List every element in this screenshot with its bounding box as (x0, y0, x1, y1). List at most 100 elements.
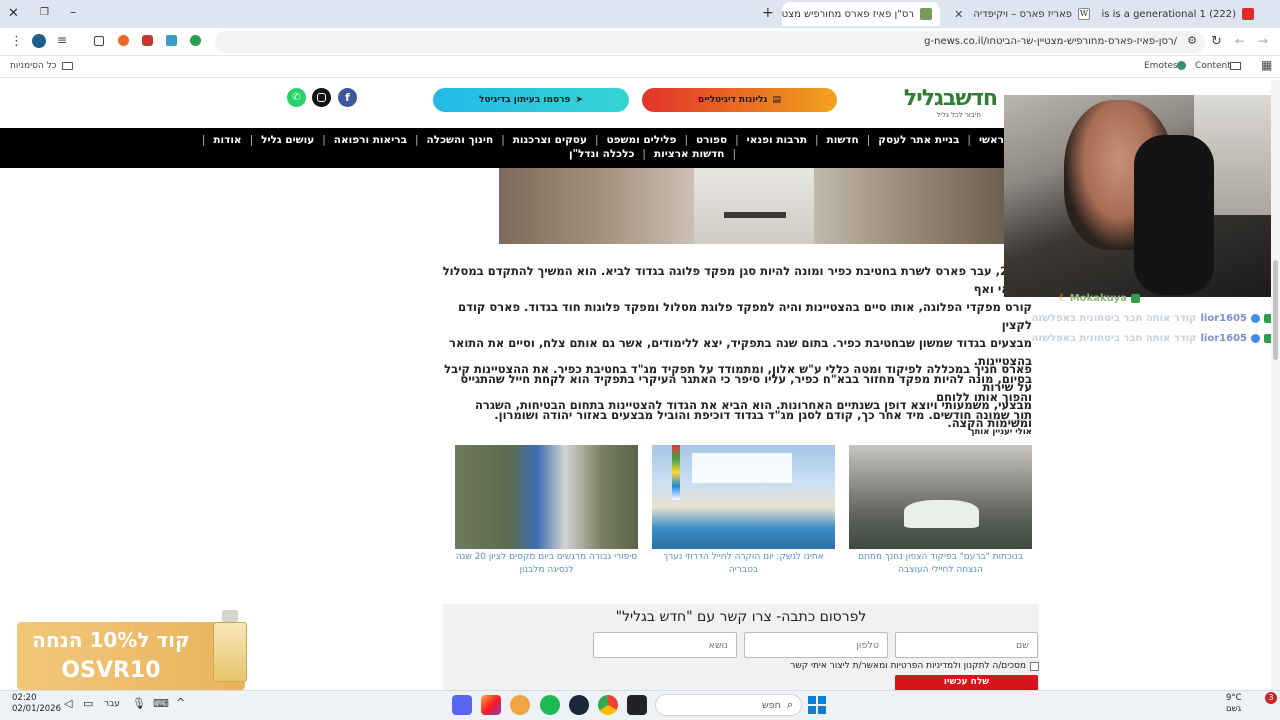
menu-dots-icon[interactable]: ⋮ (10, 35, 23, 48)
nav-item[interactable]: עסקים וצרכנות (513, 134, 587, 146)
back-icon[interactable]: → (1258, 35, 1268, 47)
nav-item[interactable]: ספורט (696, 134, 727, 146)
keyboard-icon[interactable]: ⌨ (153, 698, 169, 709)
nav-separator: | (684, 134, 688, 146)
taskbar-clock[interactable]: 02:20 02/01/2026 (12, 693, 61, 715)
related-card-2[interactable]: אחינו לנשק: יום הוקרה לחייל הדרוזי נערך … (652, 445, 835, 577)
nav-item[interactable]: חינוך והשכלה (427, 134, 494, 146)
phone-field[interactable] (744, 632, 888, 658)
related-card-image[interactable] (455, 445, 638, 549)
nav-item[interactable]: אודות (213, 134, 241, 146)
promo-overlay: קוד ל10% הנחה OSVR10 (17, 608, 247, 690)
submit-button[interactable]: שלח עכשיו (895, 675, 1038, 690)
related-card-image[interactable] (652, 445, 835, 549)
related-card-caption[interactable]: סיפורי גבורה מרגשים ביום מקסים לציון 20 … (455, 551, 638, 577)
bookmarks-bar: כל הסימניות Emotes Content ▦ (0, 56, 1280, 78)
steam-icon[interactable] (569, 695, 589, 715)
restore-window-icon[interactable]: ❐ (40, 8, 49, 18)
related-card-1[interactable]: בנוכחות "ברעם" בפיקוד הצפון נחנך מתחם הנ… (849, 445, 1032, 577)
nav-separator: | (501, 134, 505, 146)
news-favicon-icon (920, 8, 932, 20)
reload-icon[interactable]: ↻ (1211, 35, 1222, 48)
extension-swirl-icon[interactable] (166, 35, 177, 46)
network-icon[interactable]: ▭ (83, 698, 93, 709)
input-language[interactable]: עבר (104, 699, 120, 709)
new-tab-icon[interactable]: + (762, 6, 774, 20)
name-field[interactable] (895, 632, 1038, 658)
discord-icon[interactable] (452, 695, 472, 715)
nav-item[interactable]: עושים גליל (261, 134, 314, 146)
speaker-icon[interactable]: ◁ (64, 698, 72, 709)
minimize-window-icon[interactable]: – (70, 6, 76, 18)
chat-badge-icon (1131, 294, 1140, 303)
related-card-3[interactable]: סיפורי גבורה מרגשים ביום מקסים לציון 20 … (455, 445, 638, 577)
site-logo[interactable]: חדשבגליל חיבור לכל גליל (897, 86, 1001, 120)
nav-item[interactable]: ראשי (979, 134, 1004, 146)
extensions-icon[interactable] (94, 36, 104, 46)
nav-item[interactable]: חדשות ארציות (654, 148, 724, 160)
consent-row: מסכים/ה לתקנון ולמדיניות הפרטיות ומאשר/ת… (760, 661, 1039, 671)
publish-button[interactable]: ➤ פרסמו בעיתון בדיגיטל (433, 88, 629, 112)
tab-article[interactable]: רס"ן פאיז פארס מחורפיש מצטיי ✕ (782, 2, 940, 26)
tab-youtube[interactable]: This is a generational 1 (222) ✕ (1102, 2, 1262, 26)
bookmark-emotes[interactable]: Emotes (1144, 61, 1178, 71)
instagram-icon[interactable] (312, 88, 331, 107)
digital-issues-button[interactable]: ▤ גליונות דיגיטליים (642, 88, 837, 112)
taskbar-search[interactable]: חפש ⌕ (655, 694, 802, 716)
microphone-icon[interactable]: 🎙 (132, 698, 146, 709)
reading-list-icon[interactable]: ≡ (57, 34, 67, 46)
close-tab-icon[interactable]: ✕ (954, 8, 963, 21)
extension-shield-icon[interactable] (142, 35, 153, 46)
nav-item[interactable]: תרבות ופנאי (747, 134, 807, 146)
address-bar[interactable]: g-news.co.il/רסן-פאיז-פארס-מחורפיש-מצטיי… (215, 31, 1205, 53)
tab-label: רס"ן פאיז פארס מחורפיש מצטיי (782, 8, 914, 20)
youtube-favicon-icon (1242, 8, 1254, 20)
nav-item[interactable]: כלכלה ונדל"ן (569, 148, 634, 160)
extension-orange-icon[interactable] (118, 35, 129, 46)
related-card-image[interactable] (849, 445, 1032, 549)
nav-item[interactable]: בריאות ורפואה (334, 134, 407, 146)
nav-separator: | (866, 134, 871, 146)
consent-checkbox[interactable] (1030, 661, 1039, 671)
windows-start-icon[interactable] (808, 696, 826, 714)
terminal-icon[interactable] (627, 695, 647, 715)
bookmark-emotes-icon (1177, 61, 1186, 70)
close-window-icon[interactable]: ✕ (8, 7, 19, 20)
contact-form-title: לפרסום כתבה- צרו קשר עם "חדש בגליל" (615, 609, 867, 625)
nav-item[interactable]: פלילים ומשפט (606, 134, 676, 146)
bookmark-content[interactable]: Content (1195, 61, 1231, 71)
forward-icon[interactable]: ← (1235, 35, 1245, 47)
app-orange-icon[interactable] (510, 695, 530, 715)
all-bookmarks-folder[interactable]: כל הסימניות (10, 61, 73, 71)
weather-text: גשם (1226, 704, 1242, 714)
profile-avatar-icon[interactable] (32, 34, 46, 48)
notification-badge[interactable]: 3 (1265, 692, 1277, 704)
weather-temp: 9°C (1226, 693, 1242, 703)
subject-field[interactable] (593, 632, 737, 658)
grid-icon[interactable]: ▦ (1261, 59, 1272, 71)
chrome-icon[interactable] (598, 695, 618, 715)
site-settings-icon[interactable]: ⚙ (1187, 35, 1197, 46)
instagram-app-icon[interactable] (481, 695, 501, 715)
facebook-icon[interactable]: f (338, 88, 357, 107)
weather-widget[interactable]: 9°C גשם (1226, 693, 1242, 715)
related-card-caption[interactable]: בנוכחות "ברעם" בפיקוד הצפון נחנך מתחם הנ… (849, 551, 1032, 577)
extension-green-icon[interactable] (190, 35, 201, 46)
article-paragraph-2: פארס חניך במכללה לפיקוד ומטה כללי ע"ש אל… (440, 360, 1032, 432)
tab-label: This is a generational 1 (222) (1102, 8, 1236, 20)
page-scrollbar[interactable] (1271, 80, 1280, 690)
whatsapp-icon[interactable]: ✆ (287, 88, 306, 107)
chat-emote-icon: ✌ (1057, 293, 1066, 304)
tab-wikipedia[interactable]: W פאריז פארס – ויקיפדיה ✕ (943, 2, 1098, 26)
nav-item[interactable]: חדשות (827, 134, 859, 146)
scrollbar-thumb[interactable] (1273, 260, 1278, 360)
nav-item[interactable]: בניית אתר לעסק (878, 134, 959, 146)
chat-username: lior1605 (1200, 333, 1248, 344)
promo-line-1: קוד ל10% הנחה (32, 628, 190, 652)
chevron-up-icon[interactable]: ^ (176, 697, 185, 708)
related-card-caption[interactable]: אחינו לנשק: יום הוקרה לחייל הדרוזי נערך … (652, 551, 835, 577)
spotify-icon[interactable] (540, 695, 560, 715)
nav-row-primary: ראשי | בניית אתר לעסק | חדשות | תרבות ופנאי | ספ… (202, 134, 1004, 146)
wikipedia-favicon-icon: W (1078, 8, 1090, 20)
nav-separator: | (732, 148, 736, 160)
